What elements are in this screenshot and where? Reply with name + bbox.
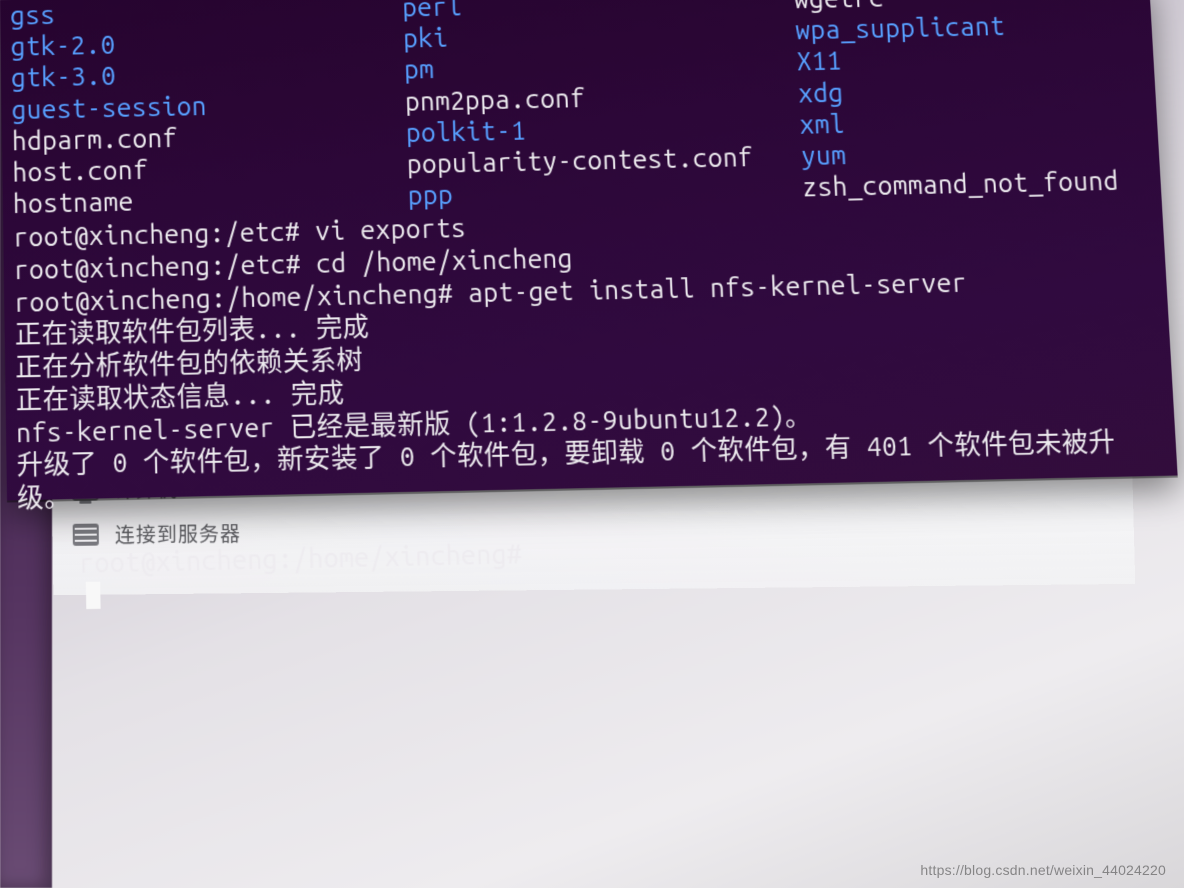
text-cursor: [86, 582, 101, 609]
terminal-window[interactable]: gssgtk-2.0gtk-3.0guest-sessionhdparm.con…: [0, 0, 1178, 500]
ls-output-columns: gssgtk-2.0gtk-3.0guest-sessionhdparm.con…: [10, 0, 1143, 220]
watermark-text: https://blog.csdn.net/weixin_44024220: [920, 862, 1166, 878]
ls-column: wgetrcwpa_supplicantX11xdgxmlyumzsh_comm…: [793, 0, 1119, 203]
terminal-body: root@xincheng:/etc# vi exportsroot@xinch…: [13, 198, 1160, 515]
file-entry: hostname: [13, 180, 376, 219]
ls-column: perlpkipmpnm2ppa.confpolkit-1popularity-…: [402, 0, 771, 211]
ls-column: gssgtk-2.0gtk-3.0guest-sessionhdparm.con…: [10, 0, 376, 220]
file-entry: zsh_command_not_found: [802, 165, 1120, 203]
terminal-prompt-line[interactable]: root@xincheng:/home/xincheng#: [17, 490, 1167, 647]
shell-prompt: root@xincheng:/home/xincheng#: [79, 538, 523, 578]
directory-entry: ppp: [407, 172, 771, 211]
